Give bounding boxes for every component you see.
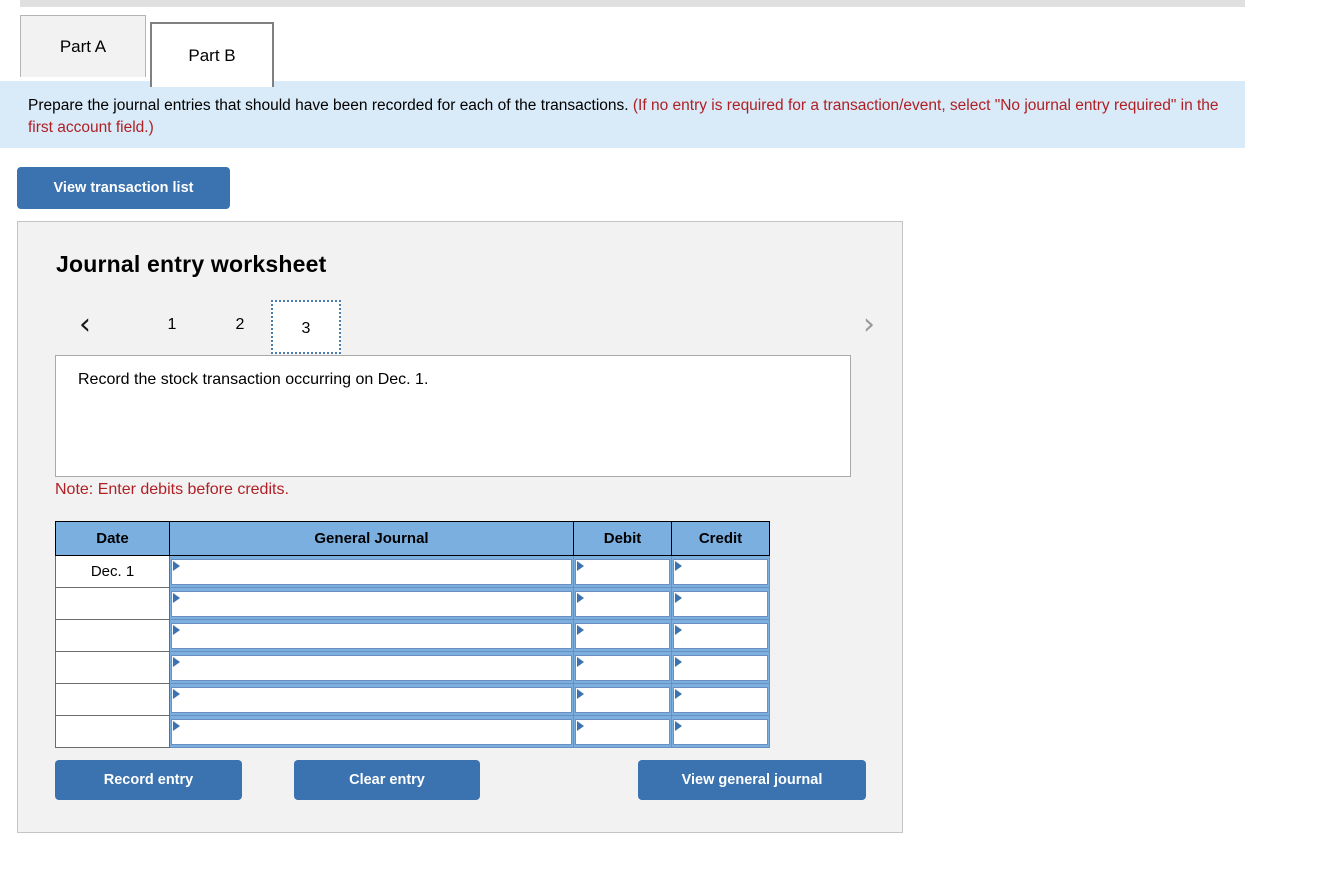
instruction-banner: Prepare the journal entries that should … [0,81,1245,148]
dropdown-triangle-icon [173,656,180,667]
cell-general-journal-input[interactable] [171,686,572,713]
dropdown-triangle-icon [577,688,584,699]
transaction-description-box: Record the stock transaction occurring o… [55,355,851,477]
dropdown-triangle-icon [173,560,180,571]
cell-credit-input[interactable] [673,686,768,713]
column-header-date: Date [55,521,170,556]
dropdown-triangle-icon [173,720,180,731]
cell-date[interactable] [55,715,170,748]
clear-entry-button[interactable]: Clear entry [294,760,480,800]
dropdown-triangle-icon [577,720,584,731]
cell-general-journal-input[interactable] [171,622,572,649]
cell-credit-input[interactable] [673,718,768,745]
dropdown-triangle-icon [675,560,682,571]
cell-general-journal-input[interactable] [171,558,572,585]
cell-credit-input[interactable] [673,622,768,649]
cell-credit [671,683,770,716]
tab-strip: Part A Part B [0,11,1245,87]
cell-debit-input[interactable] [575,718,670,745]
table-row [55,683,770,716]
cell-debit-input[interactable] [575,622,670,649]
worksheet-pager: ‹ 1 2 3 › [54,300,875,358]
cell-date[interactable] [55,587,170,620]
cell-credit [671,715,770,748]
column-header-general-journal: General Journal [169,521,574,556]
dropdown-triangle-icon [675,688,682,699]
pager-page-1[interactable]: 1 [152,310,192,340]
dropdown-triangle-icon [675,624,682,635]
dropdown-triangle-icon [577,656,584,667]
debits-before-credits-note: Note: Enter debits before credits. [55,481,289,498]
table-row [55,715,770,748]
instruction-text-primary: Prepare the journal entries that should … [28,97,629,114]
cell-debit [573,715,672,748]
dropdown-triangle-icon [675,720,682,731]
journal-entry-table: Date General Journal Debit Credit Dec. 1 [55,521,770,748]
tab-strip-filler [274,22,1245,86]
cell-debit-input[interactable] [575,590,670,617]
cell-date[interactable] [55,683,170,716]
dropdown-triangle-icon [675,592,682,603]
cell-credit [671,587,770,620]
chevron-right-icon[interactable]: › [856,309,882,343]
table-row [55,651,770,684]
record-entry-button[interactable]: Record entry [55,760,242,800]
cell-date[interactable]: Dec. 1 [55,555,170,588]
journal-table-body: Dec. 1 [55,555,770,748]
cell-general-journal-input[interactable] [171,654,572,681]
cell-general-journal [169,587,574,620]
cell-general-journal-input[interactable] [171,718,572,745]
cell-general-journal [169,683,574,716]
transaction-description-text: Record the stock transaction occurring o… [78,371,429,388]
tab-part-b-label: Part B [188,45,236,65]
dropdown-triangle-icon [577,592,584,603]
cell-credit [671,555,770,588]
cell-general-journal [169,715,574,748]
dropdown-triangle-icon [577,560,584,571]
cell-general-journal-input[interactable] [171,590,572,617]
cell-credit-input[interactable] [673,558,768,585]
dropdown-triangle-icon [173,688,180,699]
cell-general-journal [169,555,574,588]
table-header-row: Date General Journal Debit Credit [55,521,770,556]
cell-debit [573,619,672,652]
view-transaction-list-button[interactable]: View transaction list [17,167,230,209]
table-row: Dec. 1 [55,555,770,588]
view-general-journal-button[interactable]: View general journal [638,760,866,800]
cell-credit [671,619,770,652]
pager-page-2[interactable]: 2 [220,310,260,340]
worksheet-title: Journal entry worksheet [56,251,327,277]
cell-debit [573,587,672,620]
dropdown-triangle-icon [173,592,180,603]
dropdown-triangle-icon [173,624,180,635]
pager-page-3[interactable]: 3 [271,300,341,354]
table-row [55,619,770,652]
tab-part-a[interactable]: Part A [20,15,146,77]
table-row [55,587,770,620]
journal-entry-worksheet-panel: Journal entry worksheet ‹ 1 2 3 › Record… [17,221,903,833]
cell-credit-input[interactable] [673,590,768,617]
chevron-left-icon[interactable]: ‹ [72,309,98,343]
cell-debit-input[interactable] [575,654,670,681]
tab-part-b[interactable]: Part B [150,22,274,87]
dropdown-triangle-icon [675,656,682,667]
cell-date[interactable] [55,651,170,684]
cell-credit [671,651,770,684]
cell-debit [573,683,672,716]
cell-debit [573,555,672,588]
top-grey-strip [20,0,1245,7]
dropdown-triangle-icon [577,624,584,635]
column-header-debit: Debit [573,521,672,556]
cell-debit-input[interactable] [575,686,670,713]
cell-credit-input[interactable] [673,654,768,681]
cell-date[interactable] [55,619,170,652]
cell-general-journal [169,651,574,684]
cell-debit-input[interactable] [575,558,670,585]
cell-debit [573,651,672,684]
column-header-credit: Credit [671,521,770,556]
cell-general-journal [169,619,574,652]
tab-part-a-label: Part A [59,36,107,56]
